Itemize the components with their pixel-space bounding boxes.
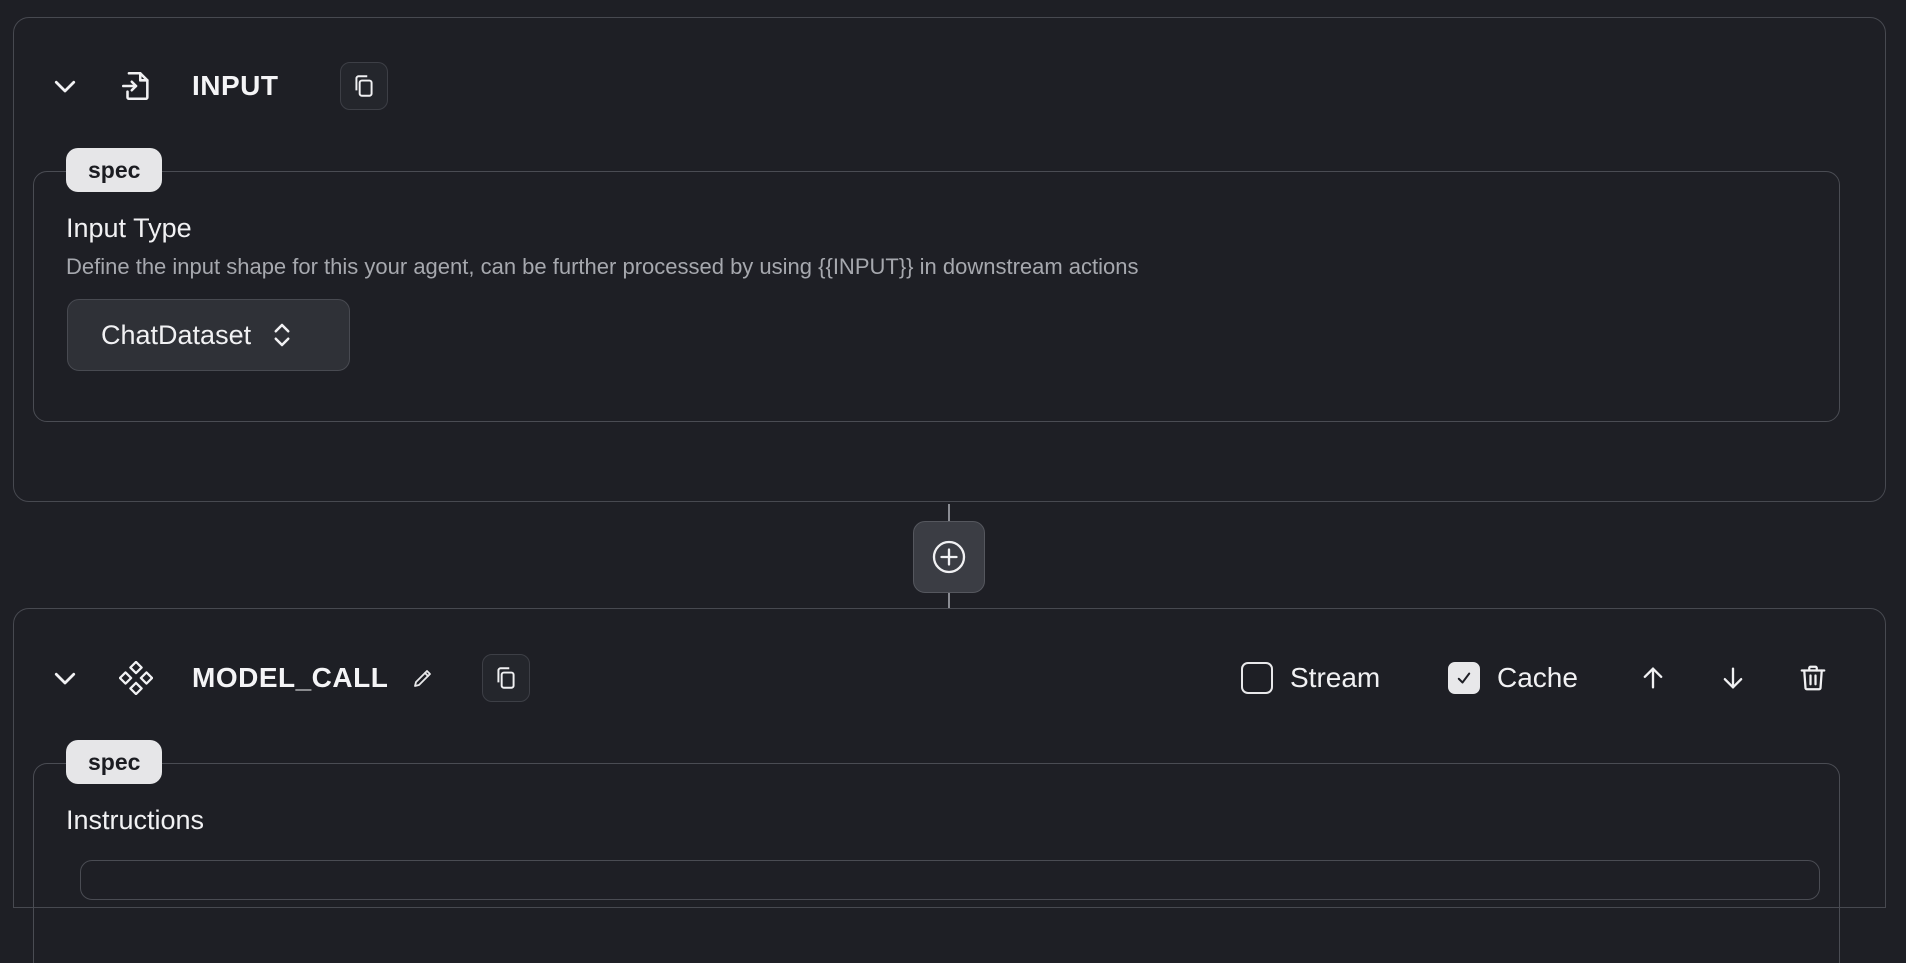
input-step-title: INPUT <box>192 70 279 101</box>
input-type-description: Define the input shape for this your age… <box>66 254 1139 279</box>
edit-title-pencil-icon[interactable] <box>407 662 439 694</box>
stream-checkbox[interactable] <box>1241 662 1273 694</box>
chevron-up-down-icon <box>271 320 293 350</box>
instructions-input[interactable] <box>80 860 1820 900</box>
copy-icon <box>493 665 519 691</box>
move-up-arrow-up-icon[interactable] <box>1625 650 1681 706</box>
collapse-model-call-chevron-down-icon[interactable] <box>35 648 95 708</box>
copy-input-step-button[interactable] <box>340 62 388 110</box>
cache-label: Cache <box>1497 662 1578 693</box>
model-nodes-icon <box>106 648 166 708</box>
input-type-label: Input Type <box>66 213 192 243</box>
spec-badge: spec <box>66 740 163 784</box>
connector-line-bottom <box>948 593 950 608</box>
instructions-label: Instructions <box>66 805 205 835</box>
model-call-step-title: MODEL_CALL <box>192 662 389 693</box>
stream-toggle[interactable]: Stream <box>1241 660 1380 696</box>
stream-label: Stream <box>1290 662 1381 693</box>
file-import-icon <box>106 56 166 116</box>
input-spec-section <box>33 171 1840 422</box>
add-step-button[interactable] <box>913 521 985 593</box>
move-down-arrow-down-icon[interactable] <box>1705 650 1761 706</box>
input-type-selected-value: ChatDataset <box>101 319 252 350</box>
input-type-select[interactable]: ChatDataset <box>67 299 350 371</box>
check-icon <box>1455 669 1473 687</box>
cache-checkbox[interactable] <box>1448 662 1480 694</box>
collapse-input-chevron-down-icon[interactable] <box>35 56 95 116</box>
cache-toggle[interactable]: Cache <box>1448 660 1578 696</box>
copy-icon <box>351 73 377 99</box>
connector-line-top <box>948 504 950 521</box>
delete-step-trash-icon[interactable] <box>1785 650 1841 706</box>
copy-model-call-step-button[interactable] <box>482 654 530 702</box>
plus-circle-icon <box>929 537 969 577</box>
spec-badge: spec <box>66 148 163 192</box>
